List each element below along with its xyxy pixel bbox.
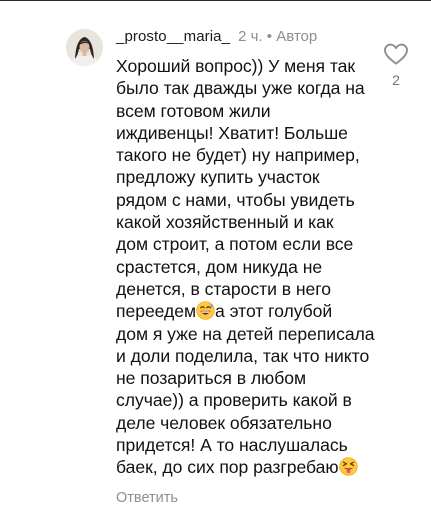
like-count: 2 [392,72,400,88]
avatar[interactable] [66,29,103,66]
comment: _prosto__maria_ 2 ч. • Автор Хороший вопр… [116,27,384,507]
comment-text: Хороший вопрос)) У меня так было так два… [116,55,384,479]
author-badge: Автор [276,28,318,45]
separator-dot: • [266,28,273,45]
top-divider [0,0,431,1]
comment-time: 2 ч. [238,28,263,45]
avatar-photo [66,29,103,66]
grinning-sweat-emoji [196,301,215,320]
username[interactable]: _prosto__maria_ [116,28,230,45]
heart-outline-icon[interactable] [383,42,409,66]
comment-text-part-2: а этот голубой дом я уже на детей перепи… [116,301,375,478]
reply-button[interactable]: Ответить [116,489,178,507]
comment-header: _prosto__maria_ 2 ч. • Автор [116,27,384,47]
like-area: 2 [383,42,409,88]
squinting-tongue-emoji [338,457,358,477]
comment-text-part-1: Хороший вопрос)) У меня так было так два… [116,56,365,322]
